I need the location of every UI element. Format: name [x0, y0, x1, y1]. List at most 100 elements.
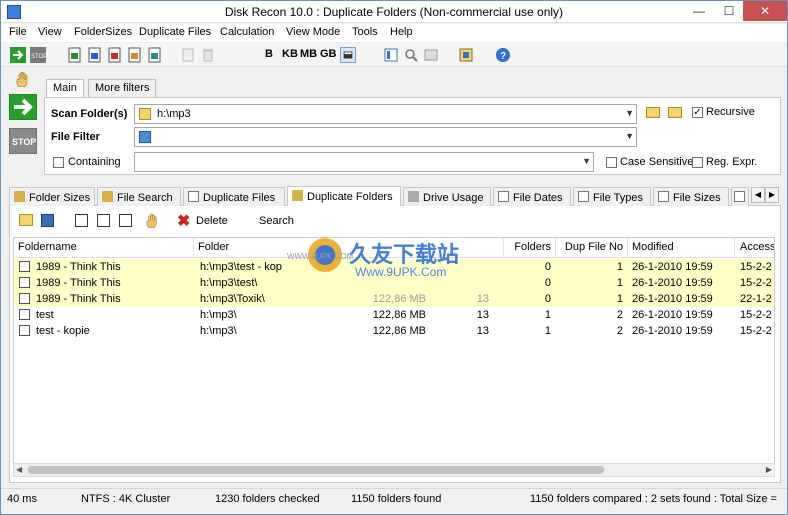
col-separator[interactable]	[503, 238, 504, 258]
drive-usage-icon	[408, 191, 419, 202]
tab-drive-usage[interactable]: Drive Usage	[403, 187, 491, 206]
col-access[interactable]: Access	[740, 241, 774, 253]
tab-duplicate-files[interactable]: Duplicate Files	[183, 187, 285, 206]
menu-foldersizes[interactable]: FolderSizes	[74, 26, 132, 38]
tab-label: File Types	[593, 192, 643, 204]
export-icon[interactable]	[67, 47, 83, 63]
invert-check-icon[interactable]	[119, 214, 132, 227]
menu-view[interactable]: View	[38, 26, 62, 38]
menu-tools[interactable]: Tools	[352, 26, 378, 38]
scan-folders-combo[interactable]: h:\mp3 ▼	[134, 104, 637, 124]
image-icon[interactable]	[423, 47, 439, 63]
menu-view-mode[interactable]: View Mode	[286, 26, 340, 38]
scrollbar-thumb[interactable]	[28, 466, 604, 474]
menu-calculation[interactable]: Calculation	[220, 26, 274, 38]
start-icon[interactable]	[10, 47, 26, 63]
menu-bar: File View FolderSizes Duplicate Files Ca…	[1, 24, 787, 42]
export-pdf-icon[interactable]	[107, 47, 123, 63]
stop-small-icon[interactable]: STOP	[30, 47, 46, 63]
col-dup-file-no[interactable]: Dup File No	[563, 241, 623, 253]
tab-scroll-right-button[interactable]: ▶	[765, 187, 779, 203]
delete-icon[interactable]: ✖	[177, 211, 190, 231]
row-checkbox[interactable]	[19, 277, 30, 288]
file-filter-combo[interactable]: ▼	[134, 127, 637, 147]
tab-duplicate-folders[interactable]: Duplicate Folders	[287, 186, 401, 207]
horizontal-scrollbar[interactable]: ◀ ▶	[13, 463, 775, 477]
tab-label: Duplicate Files	[203, 192, 276, 204]
scan-stop-button[interactable]: STOP	[9, 128, 37, 154]
hand-small-icon[interactable]	[146, 213, 159, 228]
col-foldername[interactable]: Foldername	[18, 241, 77, 253]
uncheck-all-icon[interactable]	[97, 214, 110, 227]
tab-folder-sizes[interactable]: Folder Sizes	[9, 187, 95, 206]
help-icon[interactable]: ?	[495, 47, 511, 63]
tab-file-search[interactable]: File Search	[97, 187, 181, 206]
col-separator[interactable]	[627, 238, 628, 258]
containing-combo[interactable]: ▼	[134, 152, 594, 172]
tab-file-types[interactable]: File Types	[573, 187, 651, 206]
col-separator[interactable]	[555, 238, 556, 258]
svg-text:STOP: STOP	[12, 137, 36, 147]
menu-file[interactable]: File	[9, 26, 27, 38]
row-checkbox[interactable]	[19, 293, 30, 304]
check-all-icon[interactable]	[75, 214, 88, 227]
cell-folders: 1	[544, 325, 551, 337]
col-folders[interactable]: Folders	[511, 241, 551, 253]
menu-duplicate-files[interactable]: Duplicate Files	[139, 26, 211, 38]
unit-gb-button[interactable]: GB	[320, 48, 337, 60]
containing-checkbox[interactable]	[53, 157, 64, 168]
hand-icon[interactable]	[16, 71, 30, 87]
zoom-icon[interactable]	[403, 47, 419, 63]
maximize-button[interactable]: ☐	[714, 1, 744, 21]
row-checkbox[interactable]	[19, 309, 30, 320]
col-folder[interactable]: Folder	[198, 241, 229, 253]
containing-label: Containing	[68, 156, 121, 168]
scan-start-button[interactable]	[9, 94, 37, 120]
minimize-button[interactable]: —	[684, 1, 714, 21]
delete-button[interactable]: Delete	[196, 215, 228, 227]
unit-mb-button[interactable]: MB	[300, 48, 317, 60]
col-separator[interactable]	[193, 238, 194, 258]
export-xml-icon[interactable]	[147, 47, 163, 63]
col-separator[interactable]	[734, 238, 735, 258]
tab-overflow[interactable]	[731, 187, 749, 206]
file-filter-label: File Filter	[51, 131, 100, 143]
scroll-left-icon[interactable]: ◀	[16, 465, 22, 474]
svg-text:STOP: STOP	[31, 54, 46, 60]
case-sensitive-checkbox[interactable]	[606, 157, 617, 168]
export-csv-icon[interactable]	[87, 47, 103, 63]
unit-kb-button[interactable]: KB	[282, 48, 298, 60]
cell-access: 15-2-2	[740, 277, 772, 289]
cell-access: 22-1-2	[740, 293, 772, 305]
unit-b-button[interactable]: B	[265, 48, 273, 60]
settings-icon[interactable]	[458, 47, 474, 63]
recursive-checkbox[interactable]: ✓	[692, 107, 703, 118]
cell-modified: 26-1-2010 19:59	[632, 277, 713, 289]
tab-more-filters[interactable]: More filters	[88, 79, 157, 97]
tab-scroll-left-button[interactable]: ◀	[751, 187, 765, 203]
add-folder-icon[interactable]	[668, 107, 682, 118]
table-row[interactable]: test - kopie h:\mp3\ 122,86 MB 13 1 2 26…	[14, 323, 774, 339]
regexpr-checkbox[interactable]	[692, 157, 703, 168]
close-button[interactable]: ✕	[743, 1, 787, 21]
auto-unit-icon[interactable]	[340, 47, 356, 63]
table-row[interactable]: test h:\mp3\ 122,86 MB 13 1 2 26-1-2010 …	[14, 307, 774, 323]
row-checkbox[interactable]	[19, 325, 30, 336]
search-button[interactable]: Search	[259, 215, 294, 227]
save-icon[interactable]	[41, 214, 54, 227]
open-folder-icon[interactable]	[19, 214, 33, 226]
scan-folders-value: h:\mp3	[157, 108, 191, 120]
tab-file-dates[interactable]: File Dates	[493, 187, 571, 206]
col-modified[interactable]: Modified	[632, 241, 674, 253]
scroll-right-icon[interactable]: ▶	[766, 465, 772, 474]
view-list-icon[interactable]	[383, 47, 399, 63]
browse-folder-icon[interactable]	[646, 107, 660, 118]
status-elapsed: 40 ms	[7, 493, 37, 505]
tab-main[interactable]: Main	[46, 79, 84, 98]
tab-file-sizes[interactable]: File Sizes	[653, 187, 729, 206]
cell-files: 13	[476, 309, 489, 321]
chevron-down-icon: ▼	[625, 108, 634, 118]
export-html-icon[interactable]	[127, 47, 143, 63]
row-checkbox[interactable]	[19, 261, 30, 272]
menu-help[interactable]: Help	[390, 26, 413, 38]
